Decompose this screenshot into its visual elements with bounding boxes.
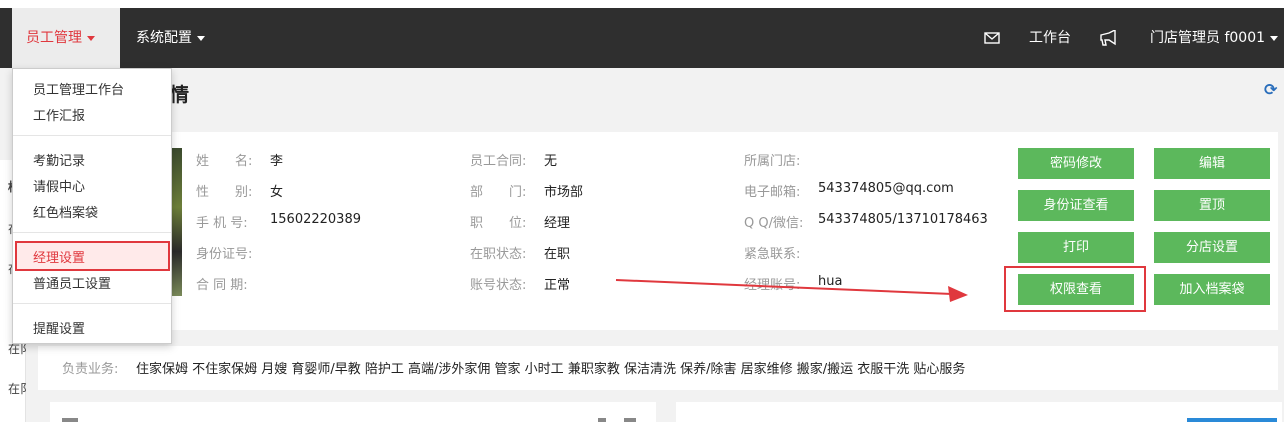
business-items: 住家保姆 不住家保姆 月嫂 育婴师/早教 陪护工 高端/涉外家佣 管家 小时工 … (136, 362, 966, 377)
print-button[interactable]: 打印 (1018, 232, 1134, 263)
field-value: 市场部 (544, 185, 584, 200)
nav-employee-management-label: 员工管理 (26, 30, 82, 46)
page-title: 情 (170, 84, 190, 106)
chevron-down-icon (1270, 35, 1279, 41)
top-navbar: 员工管理 系统配置 工作台 门店管理员 f0001 (0, 8, 1284, 68)
refresh-icon[interactable]: ⟳ (1264, 80, 1277, 99)
chevron-down-icon (87, 35, 95, 41)
menu-item-work-report[interactable]: 工作汇报 (33, 105, 85, 124)
pin-top-button[interactable]: 置顶 (1154, 190, 1270, 221)
menu-item-leave-center[interactable]: 请假中心 (33, 176, 85, 195)
field-label: 部 门: (470, 185, 527, 200)
edit-button[interactable]: 编辑 (1154, 148, 1270, 179)
field-label: 账号状态: (470, 278, 527, 293)
mail-icon[interactable] (984, 8, 1000, 68)
panel-icon (598, 418, 606, 422)
field-label: 员工合同: (470, 154, 527, 169)
panel-icon (624, 418, 636, 422)
user-role: 门店管理员 (1150, 30, 1220, 46)
field-value: 在职 (544, 247, 571, 262)
user-menu[interactable]: 门店管理员 f0001 (1150, 8, 1279, 68)
field-value: 正常 (544, 278, 571, 293)
menu-item-staff-settings[interactable]: 普通员工设置 (33, 273, 111, 292)
field-label: 紧急联系: (744, 247, 801, 262)
business-scope-panel: 负责业务: 住家保姆 不住家保姆 月嫂 育婴师/早教 陪护工 高端/涉外家佣 管… (38, 346, 1278, 390)
nav-system-config-label: 系统配置 (136, 30, 192, 46)
menu-divider (13, 135, 171, 136)
menu-divider (13, 232, 171, 233)
panel-icon (62, 418, 78, 422)
user-id: f0001 (1224, 30, 1266, 46)
menu-item-attendance[interactable]: 考勤记录 (33, 150, 85, 169)
field-label: 职 位: (470, 216, 527, 231)
field-value: 无 (544, 154, 558, 169)
branch-settings-button[interactable]: 分店设置 (1154, 232, 1270, 263)
field-label: 合 同 期: (196, 278, 248, 293)
field-label: 在职状态: (470, 247, 527, 262)
field-label: 电子邮箱: (744, 185, 801, 200)
menu-item-red-archive[interactable]: 红色档案袋 (33, 202, 98, 221)
menu-item-reminder-settings[interactable]: 提醒设置 (33, 318, 85, 337)
business-label: 负责业务: (62, 362, 119, 377)
menu-item-manager-settings[interactable]: 经理设置 (33, 247, 85, 266)
field-value: 经理 (544, 216, 571, 231)
menu-item-workbench[interactable]: 员工管理工作台 (33, 79, 124, 98)
primary-button[interactable] (1187, 418, 1277, 422)
strip-text: 在阝 (8, 382, 26, 396)
field-label: 身份证号: (196, 247, 253, 262)
field-value: 李 (270, 154, 284, 169)
lower-panel-left (50, 402, 656, 422)
field-value: 15602220389 (270, 212, 361, 227)
field-label: 姓 名: (196, 154, 253, 169)
nav-workbench[interactable]: 工作台 (1029, 8, 1071, 68)
field-label: 所属门店: (744, 154, 801, 169)
field-value: 女 (270, 185, 284, 200)
menu-divider (13, 303, 171, 304)
chevron-down-icon (197, 35, 205, 41)
nav-system-config[interactable]: 系统配置 (122, 8, 228, 68)
field-label: 手 机 号: (196, 216, 248, 231)
password-change-button[interactable]: 密码修改 (1018, 148, 1134, 179)
add-to-archive-button[interactable]: 加入档案袋 (1154, 274, 1270, 305)
megaphone-icon[interactable] (1099, 8, 1119, 68)
annotation-arrow-icon (615, 279, 968, 302)
nav-employee-management[interactable]: 员工管理 (12, 8, 120, 68)
field-label: 性 别: (196, 185, 253, 200)
highlight-box (1004, 266, 1146, 312)
field-label: Q Q/微信: (744, 216, 804, 231)
employee-management-dropdown: 员工管理工作台 工作汇报 考勤记录 请假中心 红色档案袋 经理设置 普通员工设置… (12, 68, 172, 344)
field-value: 543374805@qq.com (818, 181, 954, 196)
field-value: 543374805/13710178463 (818, 212, 988, 227)
id-card-view-button[interactable]: 身份证查看 (1018, 190, 1134, 221)
